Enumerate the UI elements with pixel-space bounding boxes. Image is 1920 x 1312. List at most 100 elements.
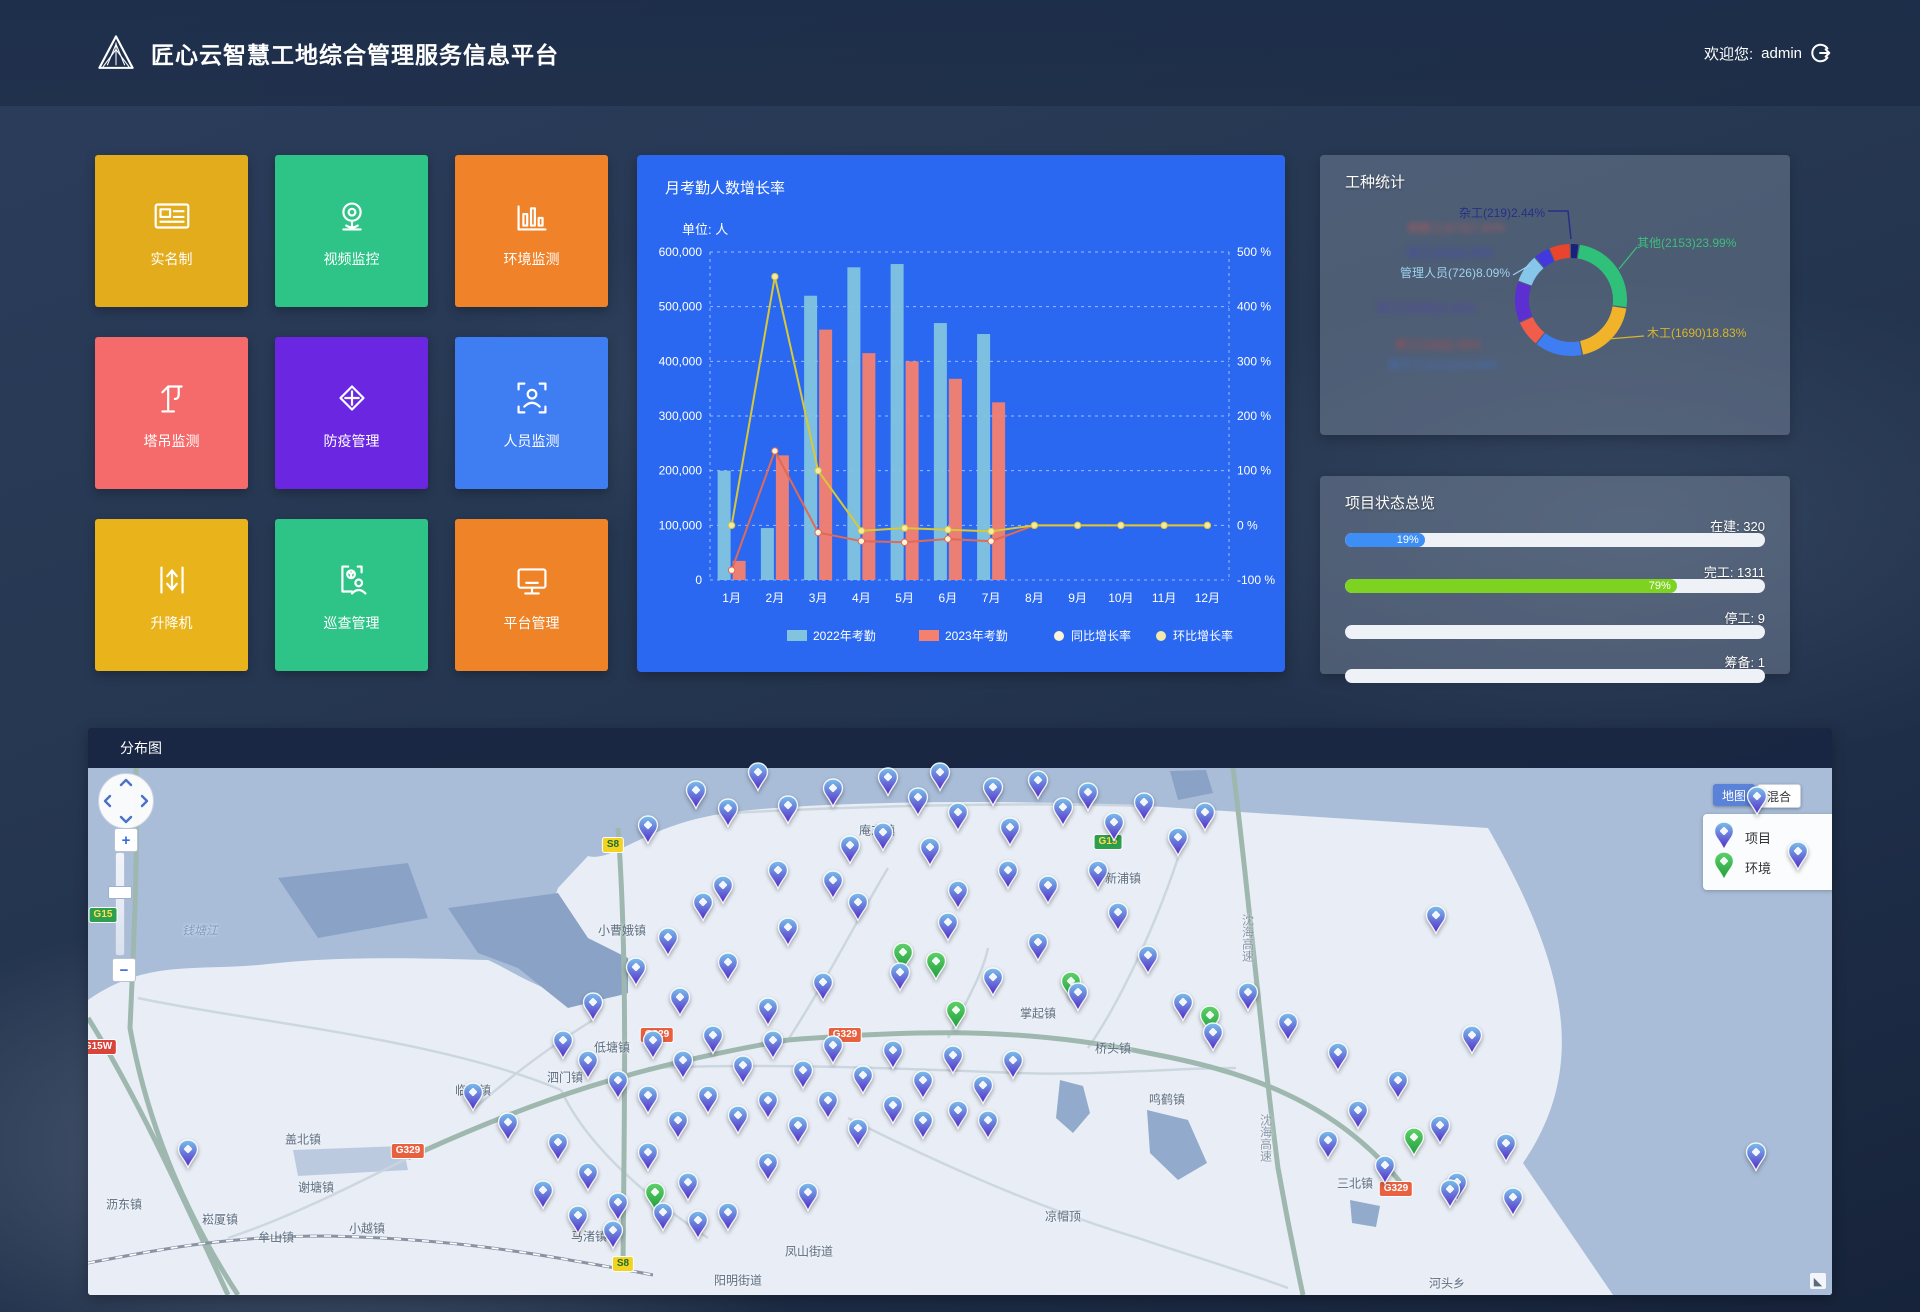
module-tile-8[interactable]: 巡查管理: [275, 519, 428, 671]
project-marker-pin[interactable]: [847, 1118, 869, 1148]
project-marker-pin[interactable]: [882, 1040, 904, 1070]
project-marker-pin[interactable]: [982, 967, 1004, 997]
project-marker-pin[interactable]: [1439, 1179, 1461, 1209]
env-marker-pin[interactable]: [945, 1000, 967, 1030]
project-marker-pin[interactable]: [919, 837, 941, 867]
map-zoom-slider-track[interactable]: [115, 852, 125, 956]
module-tile-5[interactable]: 防疫管理: [275, 337, 428, 489]
project-marker-pin[interactable]: [1027, 932, 1049, 962]
project-marker-pin[interactable]: [1746, 786, 1768, 816]
project-marker-pin[interactable]: [757, 997, 779, 1027]
project-marker-pin[interactable]: [1502, 1187, 1524, 1217]
map-canvas[interactable]: + − 地图 混合 项目环境 ◣ 钱塘江庵东镇新浦镇小曹娥镇低塘镇临山镇泗门镇盖…: [88, 768, 1832, 1295]
module-tile-3[interactable]: 环境监测: [455, 155, 608, 307]
project-marker-pin[interactable]: [1172, 992, 1194, 1022]
project-marker-pin[interactable]: [669, 987, 691, 1017]
project-marker-pin[interactable]: [912, 1070, 934, 1100]
project-marker-pin[interactable]: [717, 1202, 739, 1232]
project-marker-pin[interactable]: [1277, 1012, 1299, 1042]
project-marker-pin[interactable]: [1107, 902, 1129, 932]
project-marker-pin[interactable]: [1194, 802, 1216, 832]
project-marker-pin[interactable]: [929, 762, 951, 792]
map-zoom-out-button[interactable]: −: [112, 958, 136, 982]
project-marker-pin[interactable]: [567, 1205, 589, 1235]
project-marker-pin[interactable]: [757, 1090, 779, 1120]
project-marker-pin[interactable]: [852, 1065, 874, 1095]
project-marker-pin[interactable]: [1103, 812, 1125, 842]
project-marker-pin[interactable]: [907, 787, 929, 817]
project-marker-pin[interactable]: [1425, 905, 1447, 935]
project-marker-pin[interactable]: [982, 777, 1004, 807]
project-marker-pin[interactable]: [999, 817, 1021, 847]
project-marker-pin[interactable]: [552, 1030, 574, 1060]
project-marker-pin[interactable]: [642, 1030, 664, 1060]
project-marker-pin[interactable]: [1037, 875, 1059, 905]
project-marker-pin[interactable]: [747, 762, 769, 792]
project-marker-pin[interactable]: [1429, 1115, 1451, 1145]
project-marker-pin[interactable]: [889, 962, 911, 992]
project-marker-pin[interactable]: [602, 1220, 624, 1250]
project-marker-pin[interactable]: [687, 1210, 709, 1240]
env-marker-pin[interactable]: [1403, 1127, 1425, 1157]
project-marker-pin[interactable]: [777, 795, 799, 825]
module-tile-4[interactable]: 塔吊监测: [95, 337, 248, 489]
map-pan-control[interactable]: [98, 773, 154, 829]
project-marker-pin[interactable]: [607, 1070, 629, 1100]
project-marker-pin[interactable]: [792, 1060, 814, 1090]
project-marker-pin[interactable]: [672, 1050, 694, 1080]
project-marker-pin[interactable]: [839, 835, 861, 865]
project-marker-pin[interactable]: [787, 1115, 809, 1145]
project-marker-pin[interactable]: [822, 1035, 844, 1065]
project-marker-pin[interactable]: [1317, 1130, 1339, 1160]
project-marker-pin[interactable]: [947, 880, 969, 910]
project-marker-pin[interactable]: [937, 912, 959, 942]
project-marker-pin[interactable]: [1387, 1070, 1409, 1100]
map-zoom-in-button[interactable]: +: [114, 828, 138, 852]
logout-icon[interactable]: [1810, 42, 1832, 64]
module-tile-9[interactable]: 平台管理: [455, 519, 608, 671]
module-tile-2[interactable]: 视频监控: [275, 155, 428, 307]
module-tile-6[interactable]: 人员监测: [455, 337, 608, 489]
project-marker-pin[interactable]: [652, 1202, 674, 1232]
project-marker-pin[interactable]: [1027, 770, 1049, 800]
project-marker-pin[interactable]: [637, 1142, 659, 1172]
project-marker-pin[interactable]: [767, 860, 789, 890]
project-marker-pin[interactable]: [1087, 860, 1109, 890]
project-marker-pin[interactable]: [607, 1192, 629, 1222]
project-marker-pin[interactable]: [1133, 792, 1155, 822]
project-marker-pin[interactable]: [577, 1162, 599, 1192]
project-marker-pin[interactable]: [757, 1152, 779, 1182]
project-marker-pin[interactable]: [677, 1172, 699, 1202]
project-marker-pin[interactable]: [822, 778, 844, 808]
project-marker-pin[interactable]: [1077, 782, 1099, 812]
module-tile-1[interactable]: 实名制: [95, 155, 248, 307]
project-marker-pin[interactable]: [532, 1180, 554, 1210]
project-marker-pin[interactable]: [847, 892, 869, 922]
module-tile-7[interactable]: 升降机: [95, 519, 248, 671]
project-marker-pin[interactable]: [972, 1075, 994, 1105]
map-zoom-slider-handle[interactable]: [108, 886, 132, 899]
project-marker-pin[interactable]: [812, 972, 834, 1002]
project-marker-pin[interactable]: [762, 1030, 784, 1060]
project-marker-pin[interactable]: [657, 927, 679, 957]
map-attribution-icon[interactable]: ◣: [1810, 1273, 1826, 1289]
project-marker-pin[interactable]: [1347, 1100, 1369, 1130]
project-marker-pin[interactable]: [797, 1182, 819, 1212]
project-marker-pin[interactable]: [947, 802, 969, 832]
project-marker-pin[interactable]: [637, 815, 659, 845]
project-marker-pin[interactable]: [817, 1090, 839, 1120]
project-marker-pin[interactable]: [727, 1105, 749, 1135]
project-marker-pin[interactable]: [1002, 1050, 1024, 1080]
project-marker-pin[interactable]: [947, 1100, 969, 1130]
project-marker-pin[interactable]: [717, 952, 739, 982]
project-marker-pin[interactable]: [712, 875, 734, 905]
project-marker-pin[interactable]: [547, 1132, 569, 1162]
project-marker-pin[interactable]: [882, 1095, 904, 1125]
project-marker-pin[interactable]: [577, 1050, 599, 1080]
project-marker-pin[interactable]: [1745, 1142, 1767, 1172]
project-marker-pin[interactable]: [692, 892, 714, 922]
project-marker-pin[interactable]: [685, 780, 707, 810]
project-marker-pin[interactable]: [717, 798, 739, 828]
project-marker-pin[interactable]: [1374, 1155, 1396, 1185]
project-marker-pin[interactable]: [942, 1045, 964, 1075]
